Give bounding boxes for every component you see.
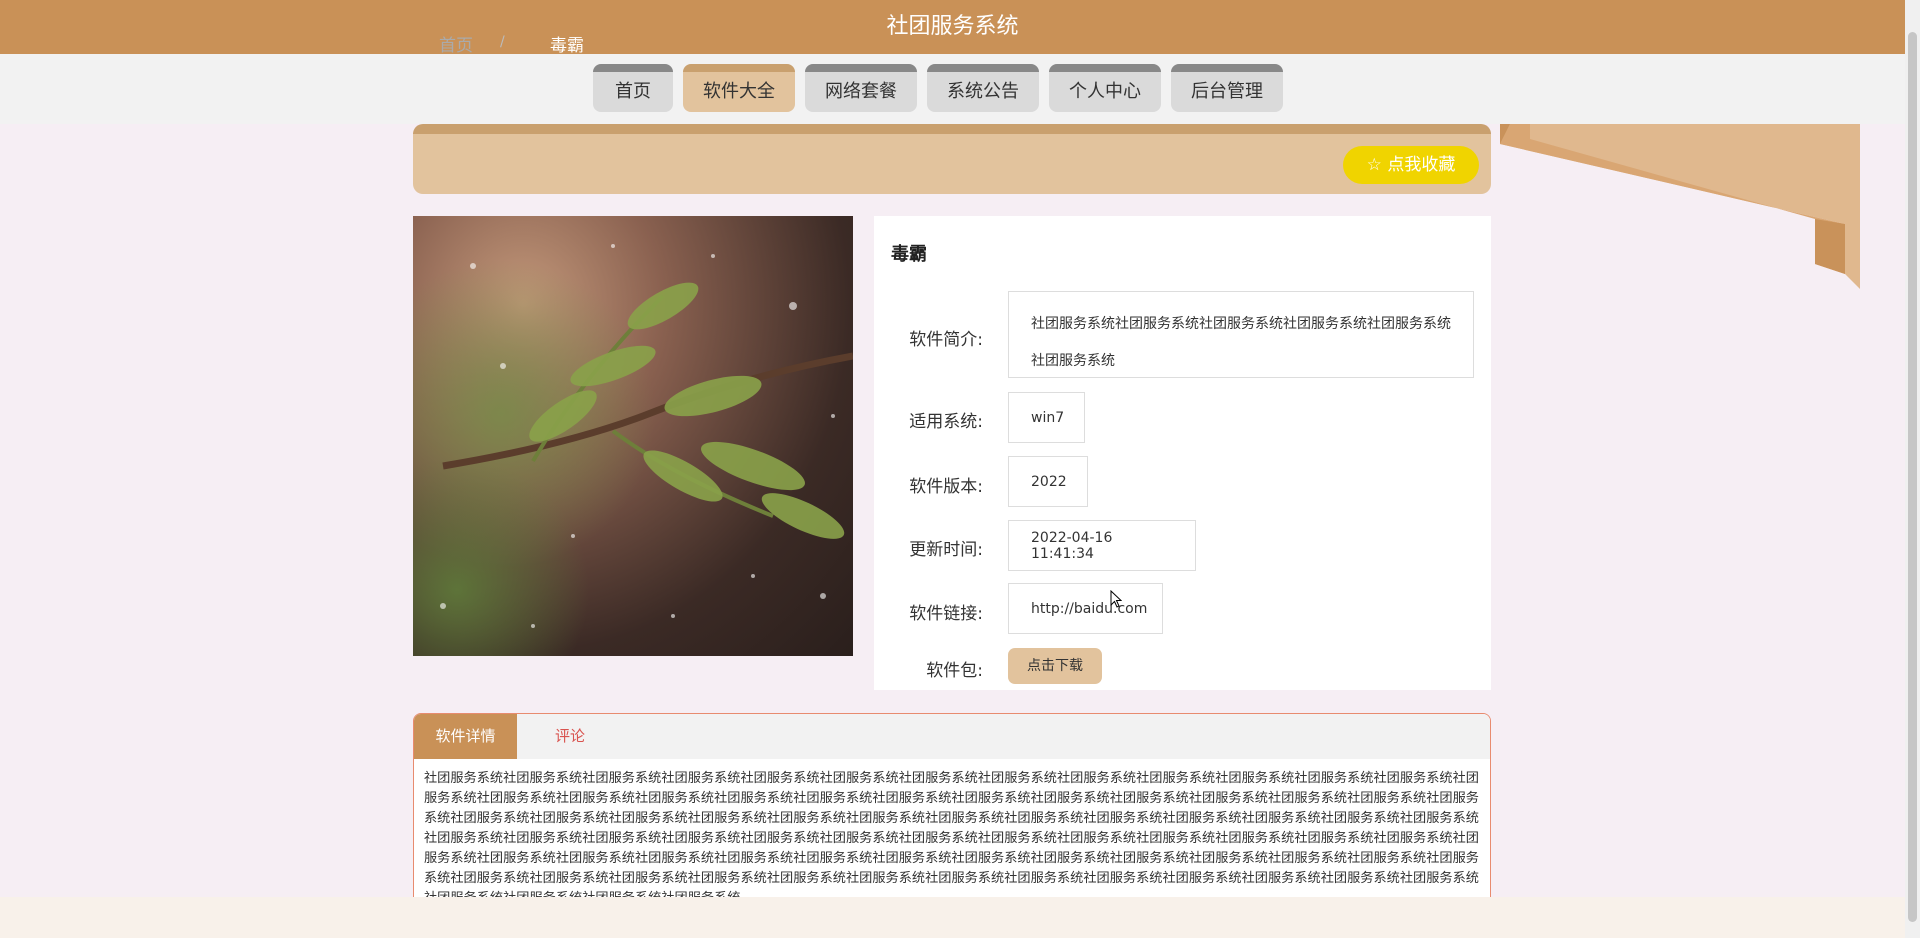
nav-item-admin[interactable]: 后台管理 bbox=[1171, 64, 1283, 112]
field-label-version: 软件版本: bbox=[909, 477, 983, 497]
field-label-intro: 软件简介: bbox=[909, 330, 983, 350]
field-value-link-text[interactable]: http://baidu.com bbox=[1031, 601, 1147, 617]
main-nav: 首页 软件大全 网络套餐 系统公告 个人中心 后台管理 bbox=[593, 64, 1283, 112]
field-label-update-time: 更新时间: bbox=[909, 540, 983, 560]
vertical-scrollbar[interactable] bbox=[1905, 0, 1920, 938]
field-value-version: 2022 bbox=[1008, 456, 1088, 507]
footer-band bbox=[0, 897, 1905, 938]
tab-software-details[interactable]: 软件详情 bbox=[414, 714, 517, 759]
tab-header: 软件详情 评论 bbox=[414, 714, 1490, 759]
software-detail-text: 社团服务系统社团服务系统社团服务系统社团服务系统社团服务系统社团服务系统社团服务… bbox=[424, 771, 1479, 906]
download-button[interactable]: 点击下载 bbox=[1008, 648, 1102, 684]
mouse-cursor-icon bbox=[1110, 590, 1122, 608]
field-value-link[interactable]: http://baidu.com bbox=[1008, 583, 1163, 634]
detail-tabs-panel: 软件详情 评论 社团服务系统社团服务系统社团服务系统社团服务系统社团服务系统社团… bbox=[413, 713, 1491, 921]
breadcrumb-home[interactable]: 首页 bbox=[439, 31, 473, 56]
nav-item-network-packages[interactable]: 网络套餐 bbox=[805, 64, 917, 112]
breadcrumb-bar bbox=[413, 124, 1491, 194]
software-cover-image bbox=[413, 216, 853, 656]
pine-branch-illustration bbox=[413, 216, 853, 656]
decorative-frame bbox=[1500, 124, 1860, 289]
nav-item-home[interactable]: 首页 bbox=[593, 64, 673, 112]
field-label-os: 适用系统: bbox=[909, 412, 983, 432]
site-header: 社团服务系统 bbox=[0, 0, 1905, 54]
breadcrumb-separator: / bbox=[500, 34, 505, 50]
nav-item-personal-center[interactable]: 个人中心 bbox=[1049, 64, 1161, 112]
scrollbar-thumb[interactable] bbox=[1908, 32, 1917, 922]
field-label-package: 软件包: bbox=[926, 661, 983, 681]
tab-comments[interactable]: 评论 bbox=[535, 714, 605, 759]
favorite-button[interactable]: ☆ 点我收藏 bbox=[1343, 146, 1479, 184]
field-value-version-text: 2022 bbox=[1031, 473, 1067, 490]
site-title: 社团服务系统 bbox=[886, 14, 1019, 39]
field-value-os-text: win7 bbox=[1031, 409, 1065, 426]
field-label-link: 软件链接: bbox=[909, 604, 983, 624]
software-name: 毒霸 bbox=[891, 244, 927, 265]
nav-item-software[interactable]: 软件大全 bbox=[683, 64, 795, 112]
field-value-intro: 社团服务系统社团服务系统社团服务系统社团服务系统社团服务系统社团服务系统 bbox=[1008, 291, 1474, 378]
field-value-update-time-text: 2022-04-16 11:41:34 bbox=[1031, 529, 1113, 562]
nav-item-announcements[interactable]: 系统公告 bbox=[927, 64, 1039, 112]
field-value-update-time: 2022-04-16 11:41:34 bbox=[1008, 520, 1196, 571]
field-value-os: win7 bbox=[1008, 392, 1085, 443]
breadcrumb-current: 毒霸 bbox=[550, 36, 584, 56]
field-value-intro-text: 社团服务系统社团服务系统社团服务系统社团服务系统社团服务系统社团服务系统 bbox=[1031, 316, 1451, 369]
